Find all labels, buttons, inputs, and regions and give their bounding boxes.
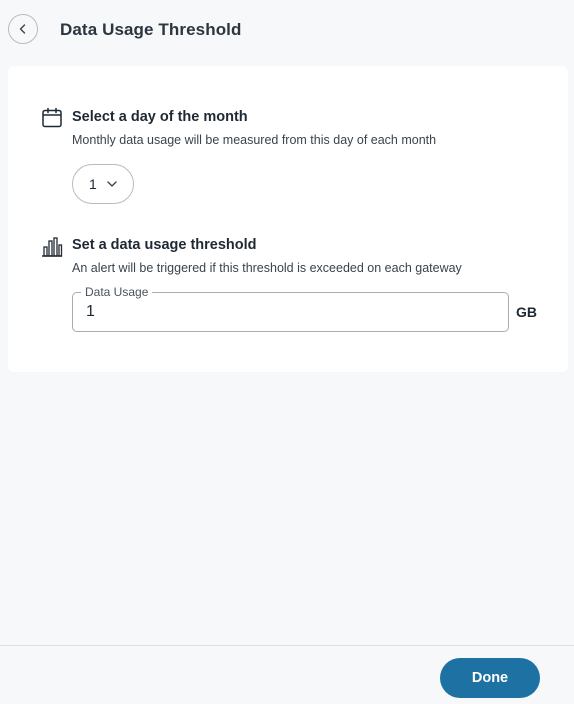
done-button[interactable]: Done <box>440 658 540 698</box>
chevron-left-icon <box>19 24 26 34</box>
day-section-description: Monthly data usage will be measured from… <box>72 133 437 147</box>
page-title: Data Usage Threshold <box>60 20 242 39</box>
unit-label: GB <box>516 304 537 320</box>
bar-chart-icon <box>42 237 63 257</box>
header: Data Usage Threshold <box>0 0 574 62</box>
chevron-down-icon <box>107 181 117 187</box>
settings-card: Select a day of the month Monthly data u… <box>8 66 568 372</box>
threshold-section-description: An alert will be triggered if this thres… <box>72 261 462 275</box>
footer-divider <box>0 645 574 646</box>
day-select-value: 1 <box>89 176 97 192</box>
day-section-title: Select a day of the month <box>72 109 248 125</box>
data-usage-threshold-page: Data Usage Threshold Select a day of the… <box>0 0 574 704</box>
calendar-icon <box>42 107 62 128</box>
threshold-section-title: Set a data usage threshold <box>72 237 257 253</box>
data-usage-field[interactable]: Data Usage 1 <box>72 285 509 332</box>
data-usage-input[interactable]: 1 <box>86 303 95 321</box>
day-of-month-select[interactable]: 1 <box>72 164 134 204</box>
back-button[interactable] <box>8 14 38 44</box>
data-usage-label: Data Usage <box>81 285 153 299</box>
